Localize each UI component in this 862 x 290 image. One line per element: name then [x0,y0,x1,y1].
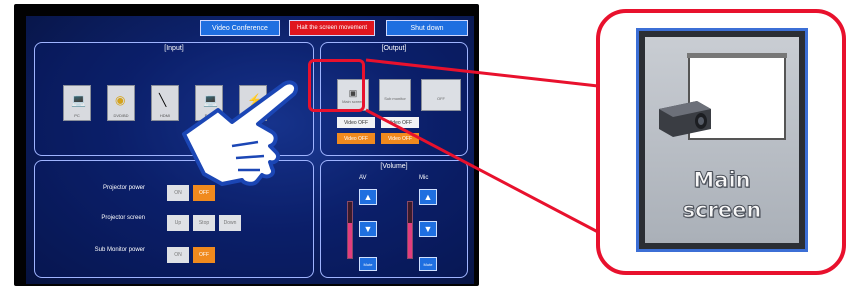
av-label: AV [359,175,367,181]
av-volume-down-button[interactable]: ▼ [359,221,377,237]
off-label: OFF [437,96,445,101]
arrow-down-icon: ▼ [423,224,433,234]
main-screen-caption: Main screen [645,165,799,225]
source-label: PC [74,113,80,118]
av-volume-fill [348,223,352,258]
video-off-button[interactable]: Video OFF [381,117,419,128]
zoom-button-face: Main screen [645,37,799,243]
mic-label: Mic [419,175,429,181]
pointing-hand-icon [182,80,299,186]
arrow-up-icon: ▲ [363,192,373,202]
sub-monitor-on-button[interactable]: ON [167,247,189,263]
video-off-button[interactable]: Video OFF [337,117,375,128]
source-label: HDMI [159,113,171,118]
shut-down-button[interactable]: Shut down [386,20,468,36]
mic-volume-down-button[interactable]: ▼ [419,221,437,237]
sub-monitor-power-label: Sub Monitor power [94,247,145,253]
screen-up-button[interactable]: Up [167,215,189,231]
disc-icon: ◉ [115,93,126,107]
sub-monitor-off-button[interactable]: OFF [193,247,215,263]
screen-down-button[interactable]: Down [219,215,241,231]
mic-volume-fill [408,223,412,258]
caption-line-2: screen [682,198,762,223]
arrow-down-icon: ▼ [363,224,373,234]
halt-screen-movement-button[interactable]: Halt the screen movement [289,20,375,36]
hdmi-cable-icon: ╲ [159,93,167,107]
sub-monitor-label: Sub monitor [384,96,406,101]
laptop-icon: 💻 [71,93,86,107]
source-hdmi-button[interactable]: ╲ HDMI [151,85,179,121]
source-pc-button[interactable]: 💻 PC [63,85,91,121]
av-mute-button[interactable]: Mute [359,257,377,271]
video-conference-button[interactable]: Video Conference [200,20,280,36]
mic-volume-meter [407,201,413,259]
projector-screen-icon [659,53,787,140]
highlight-frame [308,59,365,112]
volume-group: [Volume] AV Mic ▲ ▼ Mute ▲ ▼ Mute [320,160,468,278]
output-title: [Output] [381,45,407,52]
input-title: [Input] [164,45,184,52]
video-off-button[interactable]: Video OFF [337,133,375,144]
arrow-up-icon: ▲ [423,192,433,202]
source-label: DVD/BD [113,113,129,118]
screen-stop-button[interactable]: Stop [193,215,215,231]
projector-power-label: Projector power [102,185,145,191]
caption-line-1: Main [693,168,751,193]
av-volume-meter [347,201,353,259]
volume-title: [Volume] [380,163,408,170]
mic-volume-up-button[interactable]: ▲ [419,189,437,205]
source-dvd-button[interactable]: ◉ DVD/BD [107,85,135,121]
projector-screen-label: Projector screen [101,215,145,221]
mic-mute-button[interactable]: Mute [419,257,437,271]
av-volume-up-button[interactable]: ▲ [359,189,377,205]
main-screen-zoom: Main screen [636,28,808,252]
sub-monitor-button[interactable]: Sub monitor [379,79,411,111]
output-off-button[interactable]: OFF [421,79,461,111]
video-off-button[interactable]: Video OFF [381,133,419,144]
